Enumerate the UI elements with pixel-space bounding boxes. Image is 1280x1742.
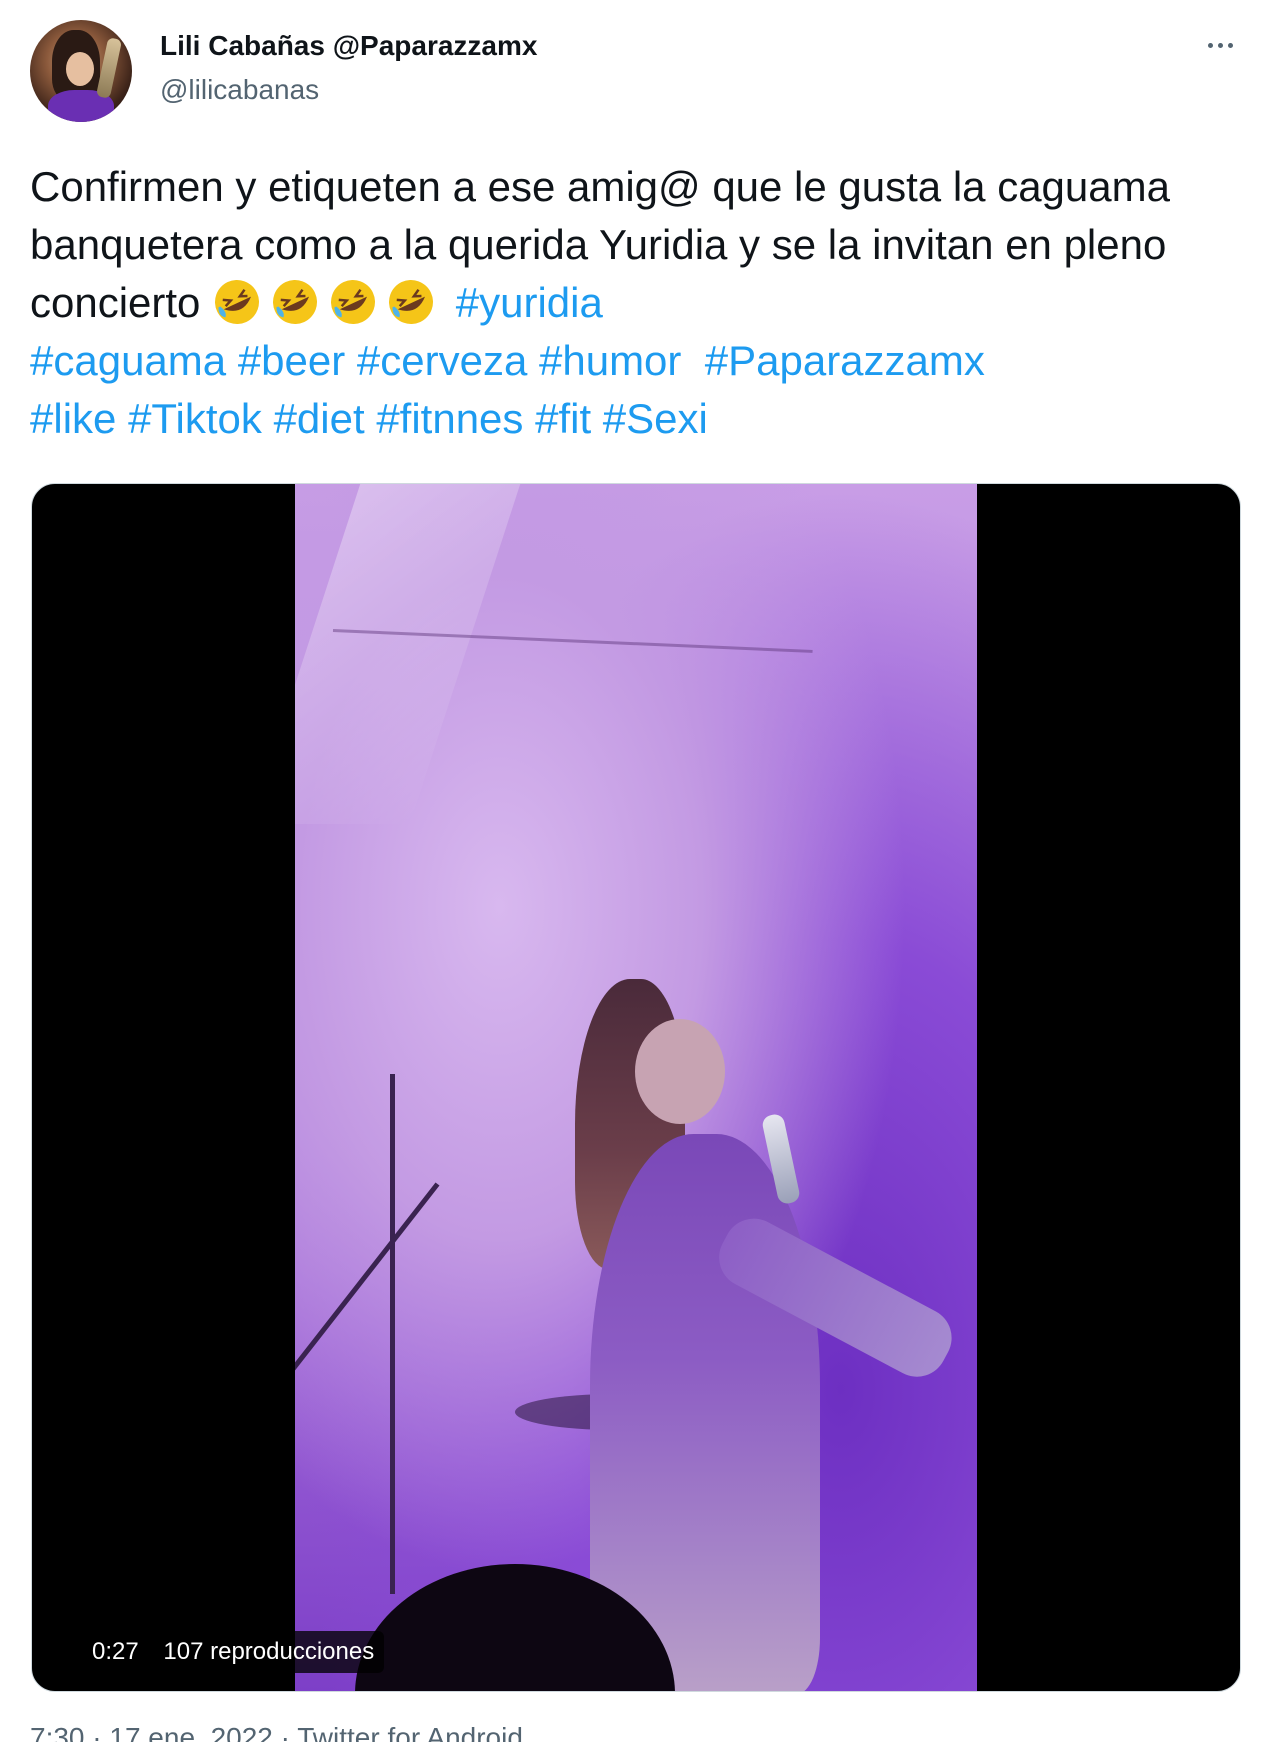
hashtag-link[interactable]: #fit xyxy=(535,395,591,442)
more-dot xyxy=(1207,42,1213,48)
video-duration: 0:27 xyxy=(92,1638,139,1665)
mic-stand xyxy=(390,1074,395,1594)
hashtag-link[interactable]: #Tiktok xyxy=(128,395,262,442)
tweet-text: Confirmen y etiqueten a ese amig@ que le… xyxy=(30,158,1250,448)
stage-light-glare xyxy=(295,484,521,824)
laughing-emoji-icon xyxy=(273,280,318,324)
laughing-emoji-icon xyxy=(389,280,434,324)
tweet-card: Lili Cabañas @Paparazzamx @lilicabanas C… xyxy=(0,0,1280,1742)
hashtag-link[interactable]: #diet xyxy=(274,395,365,442)
more-dot xyxy=(1217,42,1223,48)
tweet-timestamp[interactable]: 7:30 · 17 ene. 2022 · Twitter for Androi… xyxy=(30,1722,523,1742)
avatar[interactable] xyxy=(30,20,132,122)
hashtag-link[interactable]: #like xyxy=(30,395,116,442)
video-views: 107 reproducciones xyxy=(163,1638,375,1665)
video-frame xyxy=(295,484,977,1691)
hashtag-link[interactable]: #Sexi xyxy=(603,395,708,442)
author-handle[interactable]: @lilicabanas xyxy=(160,74,319,106)
avatar-face xyxy=(66,52,94,86)
more-options-icon[interactable] xyxy=(1200,30,1240,60)
more-dot xyxy=(1227,42,1233,48)
hashtag-link[interactable]: #yuridia xyxy=(456,279,603,326)
emoji-group xyxy=(212,279,456,326)
singer-head xyxy=(635,1019,725,1124)
laughing-emoji-icon xyxy=(331,280,376,324)
video-info-badge: 0:27 107 reproducciones xyxy=(82,1631,385,1673)
hashtag-link[interactable]: #beer xyxy=(238,337,345,384)
hashtag-link[interactable]: #caguama xyxy=(30,337,226,384)
laughing-emoji-icon xyxy=(215,280,260,324)
hashtag-link[interactable]: #Paparazzamx xyxy=(705,337,985,384)
author-name[interactable]: Lili Cabañas @Paparazzamx xyxy=(160,30,537,62)
mic-boom xyxy=(295,1182,440,1422)
hashtag-link[interactable]: #fitnnes xyxy=(376,395,523,442)
hashtag-link[interactable]: #cerveza xyxy=(357,337,527,384)
hashtag-link[interactable]: #humor xyxy=(539,337,681,384)
video-player[interactable]: 0:27 107 reproducciones xyxy=(31,483,1241,1692)
